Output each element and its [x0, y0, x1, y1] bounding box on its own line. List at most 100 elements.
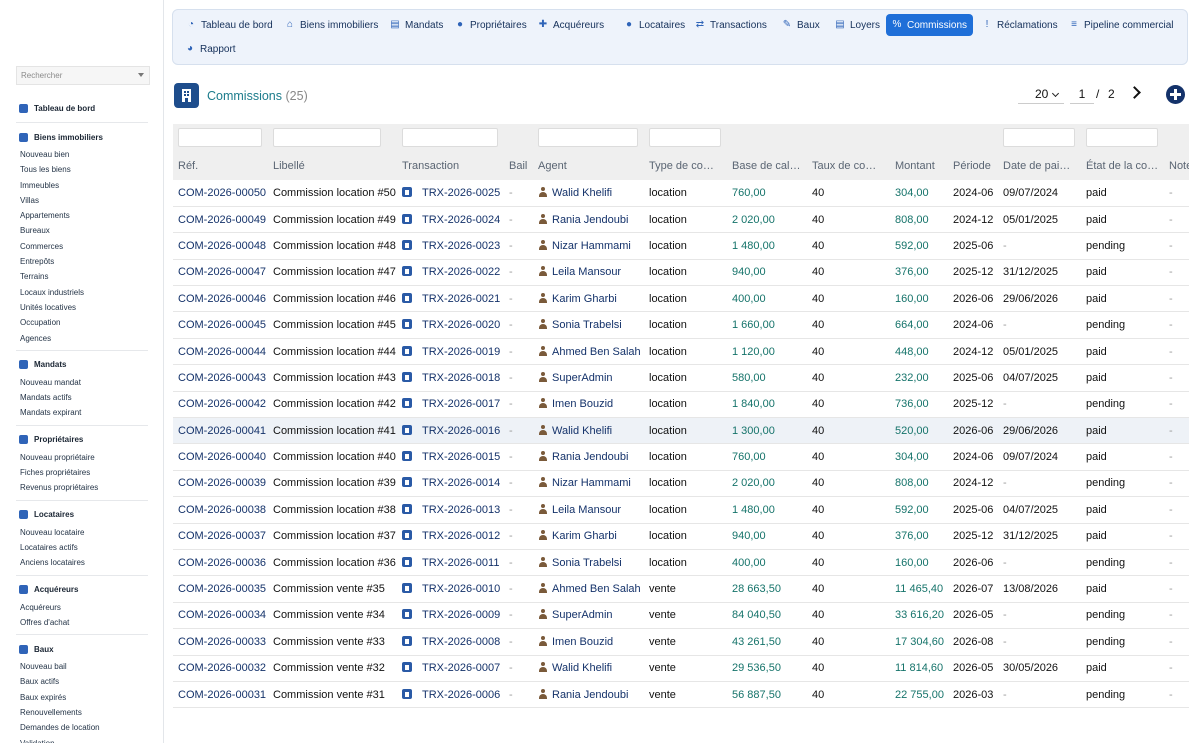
agent-link[interactable]: Ahmed Ben Salah — [552, 346, 641, 358]
agent-link[interactable]: Rania Jendoubi — [552, 451, 628, 463]
column-header[interactable]: Base de calcul — [727, 151, 807, 180]
commission-ref-link[interactable]: COM-2026-00043 — [178, 372, 266, 384]
transaction-link[interactable]: TRX-2026-0008 — [422, 636, 500, 648]
tab-tableau-de-bord[interactable]: ◔ Tableau de bord — [180, 14, 279, 36]
column-filter-input[interactable] — [1003, 128, 1075, 147]
agent-link[interactable]: Sonia Trabelsi — [552, 557, 622, 569]
agent-link[interactable]: Ahmed Ben Salah — [552, 583, 641, 595]
table-row[interactable]: COM-2026-00050 Commission location #50 TRX… — [173, 180, 1189, 207]
agent-link[interactable]: SuperAdmin — [552, 609, 613, 621]
table-row[interactable]: COM-2026-00044 Commission location #44 TRX… — [173, 338, 1189, 366]
transaction-link[interactable]: TRX-2026-0006 — [422, 689, 500, 701]
sidebar-section-3[interactable]: Propriétaires — [16, 430, 148, 450]
tab-pipeline-commercial[interactable]: ≡ Pipeline commercial — [1063, 14, 1179, 36]
commission-ref-link[interactable]: COM-2026-00049 — [178, 214, 266, 226]
commission-ref-link[interactable]: COM-2026-00045 — [178, 319, 266, 331]
table-row[interactable]: COM-2026-00043 Commission location #43 TRX… — [173, 364, 1189, 392]
sidebar-item[interactable]: Baux expirés — [16, 690, 148, 705]
sidebar-item[interactable]: Tous les biens — [16, 162, 148, 177]
agent-link[interactable]: Imen Bouzid — [552, 636, 613, 648]
sidebar-item[interactable]: Nouveau locataire — [16, 525, 148, 540]
column-header[interactable]: Montant — [890, 151, 948, 180]
commission-ref-link[interactable]: COM-2026-00048 — [178, 240, 266, 252]
column-header[interactable]: Notes — [1164, 151, 1189, 180]
agent-link[interactable]: Walid Khelifi — [552, 425, 612, 437]
transaction-link[interactable]: TRX-2026-0011 — [422, 557, 499, 569]
sidebar-item[interactable]: Immeubles — [16, 178, 148, 193]
transaction-link[interactable]: TRX-2026-0015 — [422, 451, 500, 463]
sidebar-section-5[interactable]: Acquéreurs — [16, 580, 148, 600]
agent-link[interactable]: Karim Gharbi — [552, 293, 617, 305]
sidebar-search-select[interactable]: Rechercher — [16, 66, 150, 85]
column-header[interactable]: Transaction — [397, 151, 504, 180]
sidebar-item[interactable]: Appartements — [16, 208, 148, 223]
agent-link[interactable]: Walid Khelifi — [552, 187, 612, 199]
agent-link[interactable]: Karim Gharbi — [552, 530, 617, 542]
commission-ref-link[interactable]: COM-2026-00040 — [178, 451, 266, 463]
agent-link[interactable]: Nizar Hammami — [552, 240, 631, 252]
sidebar-item[interactable]: Villas — [16, 193, 148, 208]
transaction-link[interactable]: TRX-2026-0023 — [422, 240, 500, 252]
commission-ref-link[interactable]: COM-2026-00042 — [178, 398, 266, 410]
sidebar-item[interactable]: Anciens locataires — [16, 555, 148, 570]
tab-acqu-reurs[interactable]: ✚ Acquéreurs — [532, 14, 610, 36]
chevron-right-icon[interactable] — [1128, 86, 1141, 99]
sidebar-section-2[interactable]: Mandats — [16, 355, 148, 375]
commission-ref-link[interactable]: COM-2026-00046 — [178, 293, 266, 305]
transaction-link[interactable]: TRX-2026-0014 — [422, 477, 500, 489]
table-row[interactable]: COM-2026-00040 Commission location #40 TRX… — [173, 443, 1189, 471]
column-filter-input[interactable] — [402, 128, 498, 147]
column-header[interactable]: Agent — [533, 151, 644, 180]
sidebar-item[interactable]: Unités locatives — [16, 300, 148, 315]
column-filter-input[interactable] — [1086, 128, 1158, 147]
table-row[interactable]: COM-2026-00037 Commission location #37 TRX… — [173, 523, 1189, 550]
column-header[interactable]: Période — [948, 151, 998, 180]
commission-ref-link[interactable]: COM-2026-00035 — [178, 583, 266, 595]
tab-commissions[interactable]: % Commissions — [886, 14, 974, 36]
table-row[interactable]: COM-2026-00049 Commission location #49 TRX… — [173, 206, 1189, 234]
table-row[interactable]: COM-2026-00047 Commission location #47 TRX… — [173, 259, 1189, 287]
sidebar-section-1[interactable]: Biens immobiliers — [16, 127, 148, 147]
page-number-input[interactable]: 1 — [1070, 84, 1094, 104]
agent-link[interactable]: Walid Khelifi — [552, 662, 612, 674]
column-header[interactable]: Bail — [504, 151, 533, 180]
transaction-link[interactable]: TRX-2026-0016 — [422, 425, 500, 437]
agent-link[interactable]: SuperAdmin — [552, 372, 613, 384]
sidebar-item[interactable]: Nouveau propriétaire — [16, 450, 148, 465]
commission-ref-link[interactable]: COM-2026-00041 — [178, 425, 266, 437]
table-row[interactable]: COM-2026-00035 Commission vente #35 TRX-20… — [173, 575, 1189, 603]
sidebar-section-6[interactable]: Baux — [16, 639, 148, 659]
tab-rapport[interactable]: ◕ Rapport — [179, 38, 242, 60]
transaction-link[interactable]: TRX-2026-0020 — [422, 319, 500, 331]
sidebar-item[interactable]: Mandats actifs — [16, 390, 148, 405]
transaction-link[interactable]: TRX-2026-0012 — [422, 530, 500, 542]
transaction-link[interactable]: TRX-2026-0010 — [422, 583, 500, 595]
tab-mandats[interactable]: ▤ Mandats — [384, 14, 449, 36]
table-row[interactable]: COM-2026-00032 Commission vente #32 TRX-20… — [173, 655, 1189, 682]
table-row[interactable]: COM-2026-00042 Commission location #42 TRX… — [173, 391, 1189, 419]
sidebar-item[interactable]: Locataires actifs — [16, 540, 148, 555]
agent-link[interactable]: Leila Mansour — [552, 504, 621, 516]
commission-ref-link[interactable]: COM-2026-00047 — [178, 266, 266, 278]
table-row[interactable]: COM-2026-00038 Commission location #38 TRX… — [173, 496, 1189, 524]
commission-ref-link[interactable]: COM-2026-00038 — [178, 504, 266, 516]
sidebar-item[interactable]: Validation — [16, 736, 148, 743]
tab-biens-immobiliers[interactable]: ⌂ Biens immobiliers — [279, 14, 384, 36]
transaction-link[interactable]: TRX-2026-0009 — [422, 609, 500, 621]
column-header[interactable]: Libellé — [268, 151, 397, 180]
table-row[interactable]: COM-2026-00045 Commission location #45 TRX… — [173, 311, 1189, 339]
tab-transactions[interactable]: ⇄ Transactions — [689, 14, 773, 36]
commission-ref-link[interactable]: COM-2026-00031 — [178, 689, 266, 701]
tab-baux[interactable]: ✎ Baux — [776, 14, 826, 36]
sidebar-item[interactable]: Offres d'achat — [16, 615, 148, 630]
sidebar-item[interactable]: Commerces — [16, 239, 148, 254]
column-filter-input[interactable] — [649, 128, 721, 147]
column-header[interactable]: Date de paiement — [998, 151, 1081, 180]
table-row[interactable]: COM-2026-00031 Commission vente #31 TRX-20… — [173, 681, 1189, 709]
sidebar-item[interactable]: Agences — [16, 331, 148, 346]
agent-link[interactable]: Sonia Trabelsi — [552, 319, 622, 331]
sidebar-item[interactable]: Occupation — [16, 315, 148, 330]
agent-link[interactable]: Nizar Hammami — [552, 477, 631, 489]
transaction-link[interactable]: TRX-2026-0019 — [422, 346, 500, 358]
sidebar-item[interactable]: Renouvellements — [16, 705, 148, 720]
